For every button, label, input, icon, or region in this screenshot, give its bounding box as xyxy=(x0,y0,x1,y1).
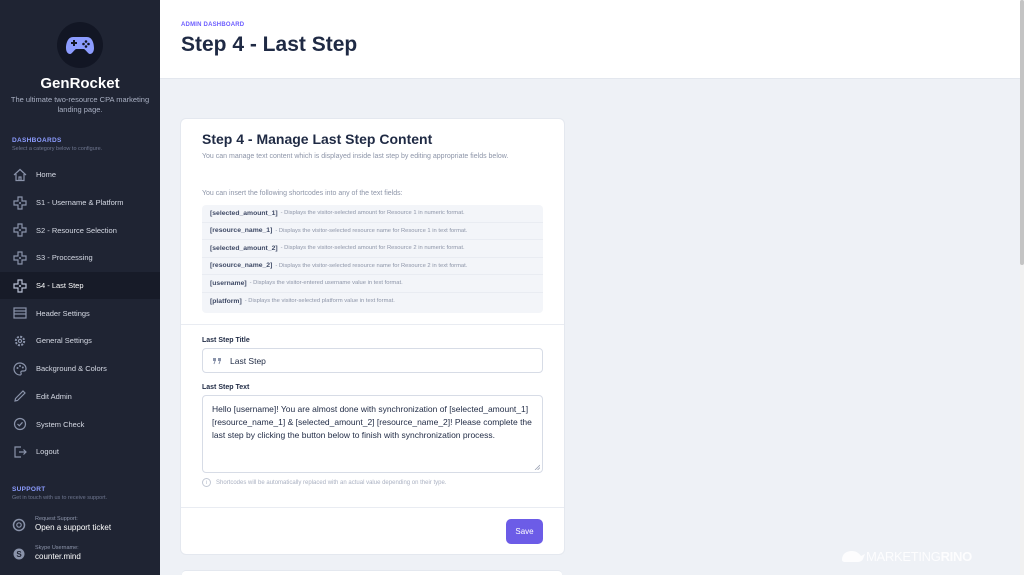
logo[interactable] xyxy=(57,22,103,68)
last-step-title-input[interactable]: Last Step xyxy=(202,348,543,373)
shortcode-code: [resource_name_2] xyxy=(210,262,273,270)
sidebar-item-general-settings[interactable]: General Settings xyxy=(0,327,160,355)
breadcrumb: ADMIN DASHBOARD xyxy=(181,22,245,28)
shortcode-row: [platform] - Displays the visitor-select… xyxy=(202,293,543,311)
sidebar-item-header-settings[interactable]: Header Settings xyxy=(0,299,160,327)
sidebar-item-label: S2 - Resource Selection xyxy=(36,225,117,235)
sidebar-item-label: S1 - Username & Platform xyxy=(36,198,124,208)
sidebar-item-label: Logout xyxy=(36,447,59,457)
support-section-subtitle: Get in touch with us to receive support. xyxy=(12,495,108,501)
shortcode-description: - Displays the visitor-selected resource… xyxy=(275,262,468,269)
page-scrollbar[interactable] xyxy=(1020,0,1024,575)
hint-text: Shortcodes will be automatically replace… xyxy=(216,479,447,486)
last-step-title-label: Last Step Title xyxy=(202,337,250,344)
shortcode-row: [resource_name_2] - Displays the visitor… xyxy=(202,258,543,275)
gamepad-icon xyxy=(13,223,27,237)
sidebar-item-label: S4 - Last Step xyxy=(36,281,84,291)
open-ticket-text: Open a support ticket xyxy=(35,523,112,532)
shortcode-description: - Displays the visitor-entered username … xyxy=(249,280,403,287)
card-title: Step 4 - Manage Last Step Content xyxy=(202,131,433,147)
sidebar: GenRocket The ultimate two-resource CPA … xyxy=(0,0,160,575)
sidebar-item-background-colors[interactable]: Background & Colors xyxy=(0,355,160,383)
svg-text:S: S xyxy=(16,550,22,559)
card-description: You can manage text content which is dis… xyxy=(202,153,509,160)
sidebar-item-system-check[interactable]: System Check xyxy=(0,410,160,438)
last-step-card: Step 4 - Manage Last Step Content You ca… xyxy=(180,118,565,555)
shortcodes-hint: i Shortcodes will be automatically repla… xyxy=(202,478,446,487)
page-header: ADMIN DASHBOARD Step 4 - Last Step xyxy=(160,0,1020,79)
next-card-edge xyxy=(182,570,562,575)
sidebar-item-label: Header Settings xyxy=(36,308,90,318)
sidebar-item-s4[interactable]: S4 - Last Step xyxy=(0,271,160,300)
brand-tagline: The ultimate two-resource CPA marketing … xyxy=(10,95,150,114)
gamepad-icon xyxy=(13,251,27,265)
sidebar-item-label: General Settings xyxy=(36,336,92,346)
watermark: MARKETING RINO xyxy=(840,548,972,564)
request-support-label: Request Support: xyxy=(35,516,78,522)
shortcode-row: [selected_amount_2] - Displays the visit… xyxy=(202,240,543,258)
sidebar-item-edit-admin[interactable]: Edit Admin xyxy=(0,383,160,411)
skype-contact[interactable]: S Skype Username: counter.mind xyxy=(12,545,81,562)
sidebar-item-label: Home xyxy=(36,170,57,180)
dashboards-section-subtitle: Select a category below to configure. xyxy=(12,146,103,152)
last-step-text-textarea[interactable]: Hello [username]! You are almost done wi… xyxy=(202,395,543,473)
sidebar-item-logout[interactable]: Logout xyxy=(0,438,160,466)
palette-icon xyxy=(13,362,27,376)
gamepad-icon xyxy=(13,278,27,293)
shortcodes-intro: You can insert the following shortcodes … xyxy=(202,190,403,197)
last-step-text-label: Last Step Text xyxy=(202,384,250,391)
sidebar-item-label: Edit Admin xyxy=(36,391,72,401)
request-support-link[interactable]: Request Support: Open a support ticket xyxy=(12,516,111,533)
shortcode-code: [selected_amount_2] xyxy=(210,244,278,252)
watermark-text-2: RINO xyxy=(940,548,973,564)
shortcode-code: [resource_name_1] xyxy=(210,227,273,235)
shortcode-row: [username] - Displays the visitor-entere… xyxy=(202,275,543,293)
watermark-text-1: MARKETING xyxy=(866,548,941,564)
shortcode-description: - Displays the visitor-selected amount f… xyxy=(280,245,465,252)
divider xyxy=(181,324,564,325)
shortcode-description: - Displays the visitor-selected platform… xyxy=(244,298,395,305)
quote-icon xyxy=(213,357,221,364)
shortcode-description: - Displays the visitor-selected amount f… xyxy=(280,210,465,217)
shortcode-code: [username] xyxy=(210,279,247,287)
rhino-logo-icon xyxy=(842,551,865,562)
logout-icon xyxy=(14,446,27,458)
sidebar-item-label: System Check xyxy=(36,419,85,429)
sidebar-item-label: S3 - Proccessing xyxy=(36,253,93,263)
brand-name: GenRocket xyxy=(40,75,120,92)
scrollbar-thumb[interactable] xyxy=(1020,0,1024,265)
gamepad-logo-icon xyxy=(66,37,94,54)
sidebar-nav: Home S1 - Username & Platform S2 - Resou… xyxy=(0,161,160,466)
support-icon xyxy=(12,518,26,531)
check-circle-icon xyxy=(13,417,27,431)
home-icon xyxy=(13,168,27,181)
page-title: Step 4 - Last Step xyxy=(181,33,358,56)
last-step-text-value: Hello [username]! You are almost done wi… xyxy=(212,404,532,440)
gamepad-icon xyxy=(13,195,27,210)
shortcode-code: [selected_amount_1] xyxy=(210,209,278,217)
resize-handle-icon[interactable] xyxy=(534,464,540,470)
sidebar-item-label: Background & Colors xyxy=(36,364,107,374)
support-section-title: SUPPORT xyxy=(12,486,46,493)
shortcode-description: - Displays the visitor-selected resource… xyxy=(275,227,468,234)
sidebar-item-s2[interactable]: S2 - Resource Selection xyxy=(0,216,160,244)
gear-icon xyxy=(14,335,26,347)
skype-label: Skype Username: xyxy=(35,545,79,551)
skype-username: counter.mind xyxy=(35,552,81,561)
info-icon: i xyxy=(202,478,211,487)
sidebar-item-s1[interactable]: S1 - Username & Platform xyxy=(0,189,160,217)
shortcode-code: [platform] xyxy=(210,297,242,305)
sidebar-item-s3[interactable]: S3 - Proccessing xyxy=(0,244,160,272)
dashboards-section-title: DASHBOARDS xyxy=(12,137,62,144)
shortcodes-list: [selected_amount_1] - Displays the visit… xyxy=(202,205,543,313)
last-step-title-value: Last Step xyxy=(230,355,266,366)
header-icon xyxy=(13,307,27,319)
skype-icon: S xyxy=(13,548,25,559)
shortcode-row: [resource_name_1] - Displays the visitor… xyxy=(202,223,543,240)
shortcode-row: [selected_amount_1] - Displays the visit… xyxy=(202,205,543,223)
save-button[interactable]: Save xyxy=(506,519,543,544)
sidebar-item-home[interactable]: Home xyxy=(0,161,160,189)
pencil-icon xyxy=(14,390,26,403)
divider xyxy=(181,507,564,508)
